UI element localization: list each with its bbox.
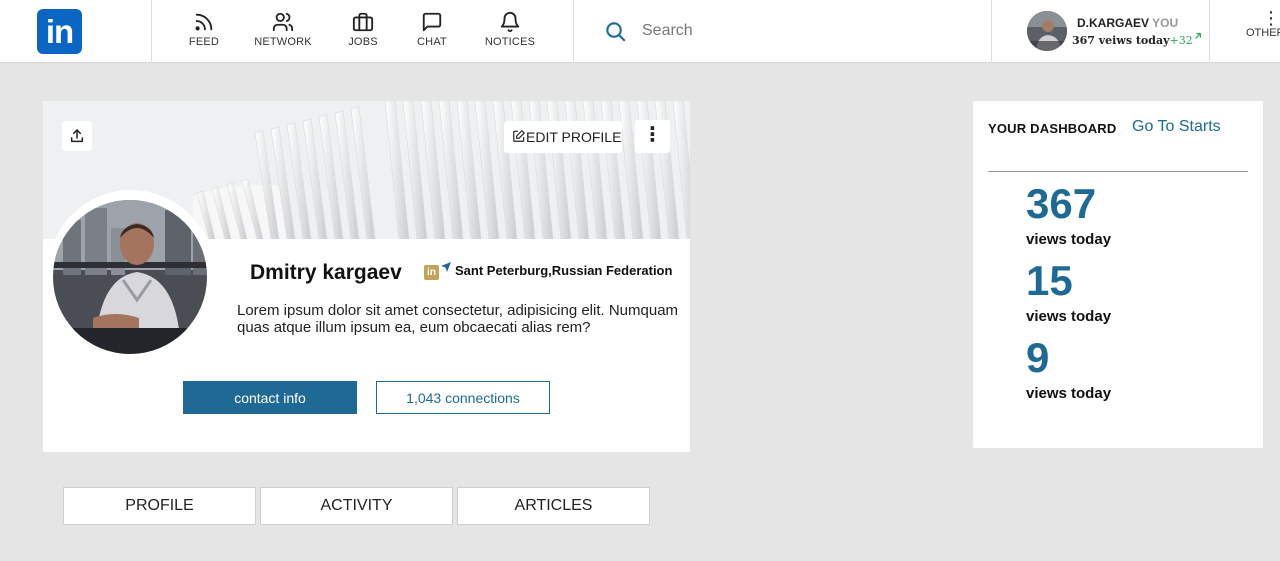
nav-notices-label: NOTICES [484, 36, 536, 48]
stat-label: views today [1026, 231, 1112, 248]
stat-value: 367 [1026, 180, 1097, 227]
stat-value: 15 [1026, 257, 1073, 304]
share-button[interactable] [62, 121, 92, 151]
linkedin-logo[interactable]: in [37, 9, 82, 54]
rss-icon [195, 13, 213, 31]
nav-network[interactable]: NETWORK [250, 0, 316, 63]
nav-feed-label: FEED [188, 36, 220, 48]
nav-chat[interactable]: CHAT [403, 0, 461, 63]
you-label: YOU [1152, 16, 1179, 30]
profile-divider [991, 0, 992, 63]
views-delta: +32 [1169, 34, 1193, 47]
stat-value: 9 [1026, 334, 1050, 381]
top-navigation-bar: in FEED NETWORK JOBS CHAT NOTICES Search… [0, 0, 1280, 63]
avatar-photo [1027, 11, 1067, 51]
dashboard-card: YOUR DASHBOARD Go To Starts 367 views to… [973, 101, 1263, 448]
upload-icon [70, 129, 84, 143]
nav-jobs[interactable]: JOBS [333, 0, 393, 63]
bell-icon [500, 12, 520, 33]
nav-network-label: NETWORK [254, 36, 312, 48]
chat-icon [422, 12, 442, 32]
connections-button[interactable]: 1,043 connections [376, 381, 550, 414]
people-icon [272, 12, 294, 32]
stat-label: views today [1026, 308, 1112, 325]
me-name-text: D.KARGAEV [1077, 16, 1150, 30]
stat-label: views today [1026, 385, 1112, 402]
me-name: D.KARGAEV YOU [1077, 16, 1178, 30]
linkedin-badge-icon: in [424, 265, 439, 280]
profile-avatar[interactable] [53, 200, 207, 354]
others-divider [1209, 0, 1210, 63]
profile-name: Dmitry kargaev [250, 261, 402, 284]
dashboard-title: YOUR DASHBOARD [988, 121, 1117, 136]
arrow-up-right-icon [1194, 33, 1201, 39]
nav-feed[interactable]: FEED [175, 0, 233, 63]
tab-activity[interactable]: ACTIVITY [260, 487, 453, 525]
profile-photo [53, 200, 207, 354]
profile-bio: Lorem ipsum dolor sit amet consectetur, … [237, 302, 679, 336]
profile-card: EDIT PROFILE ⋮ Dmitry kargaev in Sant Pe… [43, 101, 690, 452]
more-options-button[interactable]: ⋮ [635, 120, 670, 153]
edit-icon [513, 130, 525, 142]
nav-divider [573, 0, 574, 63]
briefcase-icon [352, 12, 374, 32]
tab-profile[interactable]: PROFILE [63, 487, 256, 525]
search-bar [604, 18, 904, 44]
me-stats: 367 veiws today+32 [1072, 32, 1202, 47]
profile-location: Sant Peterburg,Russian Federation [455, 263, 673, 278]
others-label: OTHERS [1246, 27, 1280, 39]
location-arrow-icon [441, 262, 451, 272]
search-icon[interactable] [604, 20, 627, 43]
nav-notices[interactable]: NOTICES [477, 0, 543, 63]
edit-profile-label: EDIT PROFILE [526, 129, 622, 145]
tab-articles[interactable]: ARTICLES [457, 487, 650, 525]
me-views-text: 367 veiws today [1072, 34, 1170, 47]
more-vertical-icon: ⋮ [1262, 8, 1280, 28]
others-menu[interactable]: ⋮ OTHERS [1246, 9, 1280, 39]
edit-profile-button[interactable]: EDIT PROFILE [504, 121, 622, 153]
dashboard-divider [988, 171, 1248, 172]
logo-cell: in [0, 0, 152, 63]
go-to-starts-link[interactable]: Go To Starts [1132, 118, 1221, 136]
avatar[interactable] [1027, 11, 1067, 51]
more-vertical-icon: ⋮ [642, 124, 663, 146]
search-input[interactable] [642, 20, 882, 42]
nav-jobs-label: JOBS [348, 36, 378, 48]
nav-chat-label: CHAT [417, 36, 447, 48]
contact-info-button[interactable]: contact info [183, 381, 357, 414]
